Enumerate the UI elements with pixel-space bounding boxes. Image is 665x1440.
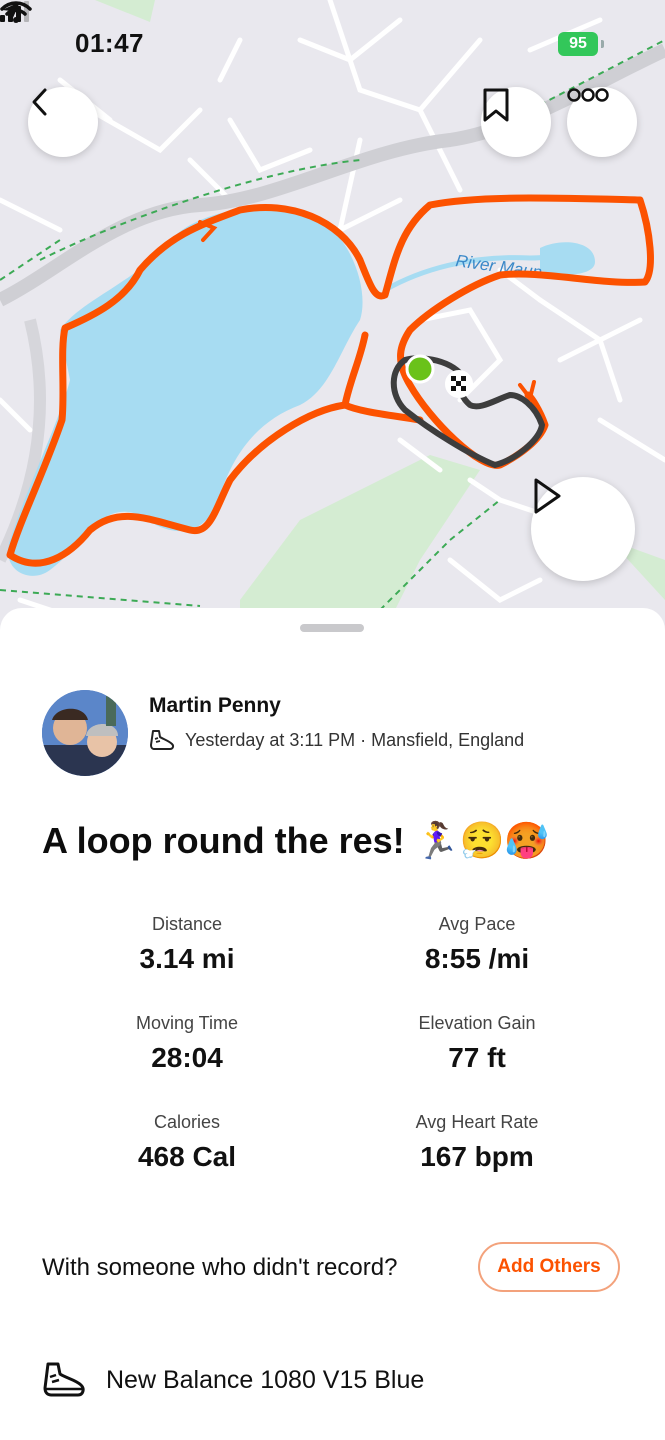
stat-moving-time: Moving Time 28:04	[42, 1013, 332, 1074]
activity-title: A loop round the res! 🏃‍♀️😮‍💨🥵	[42, 820, 550, 861]
finish-flag-icon	[445, 370, 473, 398]
battery-nub	[601, 40, 604, 48]
stat-label: Avg Heart Rate	[415, 1112, 539, 1132]
with-others-prompt: With someone who didn't record?	[42, 1254, 398, 1281]
stat-value: 28:04	[151, 1042, 223, 1073]
stat-label: Distance	[151, 914, 223, 934]
stat-avg-pace: Avg Pace 8:55 /mi	[332, 914, 622, 975]
stat-label: Avg Pace	[438, 914, 516, 934]
stat-label: Calories	[153, 1112, 221, 1132]
with-others-row: With someone who didn't record? Add Othe…	[42, 1240, 622, 1296]
sheet-drag-handle[interactable]	[300, 624, 364, 632]
play-flyover-button[interactable]	[531, 477, 635, 581]
play-icon	[534, 478, 561, 514]
stat-value: 468 Cal	[137, 1141, 237, 1172]
stat-value: 167 bpm	[420, 1141, 534, 1172]
more-icon	[567, 88, 609, 102]
stat-value: 8:55 /mi	[424, 943, 530, 974]
wifi-icon	[0, 1, 32, 23]
activity-meta-text: Yesterday at 3:11 PM · Mansfield, Englan…	[185, 729, 525, 750]
status-time: 01:47	[75, 28, 144, 58]
more-options-button[interactable]	[567, 87, 637, 157]
gear-row[interactable]: New Balance 1080 V15 Blue	[42, 1360, 424, 1400]
pond	[540, 242, 595, 275]
gear-name: New Balance 1080 V15 Blue	[106, 1365, 425, 1394]
stat-label: Elevation Gain	[418, 1013, 536, 1033]
running-shoe-icon	[150, 730, 175, 750]
bookmark-button[interactable]	[481, 87, 551, 157]
route-map[interactable]: River Maun 01:47 95	[0, 0, 665, 640]
back-button[interactable]	[28, 87, 98, 157]
stat-calories: Calories 468 Cal	[42, 1112, 332, 1173]
shoe-icon	[43, 1362, 85, 1397]
start-marker-icon	[405, 354, 435, 384]
stat-label: Moving Time	[135, 1013, 239, 1033]
avatar-image	[42, 690, 128, 776]
stat-value: 77 ft	[448, 1042, 506, 1073]
add-others-button[interactable]: Add Others	[478, 1242, 620, 1292]
athlete-name[interactable]: Martin Penny	[149, 694, 281, 718]
stat-distance: Distance 3.14 mi	[42, 914, 332, 975]
bookmark-icon	[483, 88, 509, 122]
stat-avg-heart-rate: Avg Heart Rate 167 bpm	[332, 1112, 622, 1173]
activity-details-sheet: Martin Penny Yesterday at 3:11 PM · Mans…	[0, 608, 665, 1440]
chevron-left-icon	[32, 88, 47, 116]
stat-elevation-gain: Elevation Gain 77 ft	[332, 1013, 622, 1074]
status-bar: 01:47 95	[0, 0, 665, 92]
stat-value: 3.14 mi	[139, 943, 235, 974]
avatar[interactable]	[42, 690, 128, 776]
battery-indicator: 95	[558, 32, 598, 56]
activity-meta: Yesterday at 3:11 PM · Mansfield, Englan…	[149, 728, 524, 752]
